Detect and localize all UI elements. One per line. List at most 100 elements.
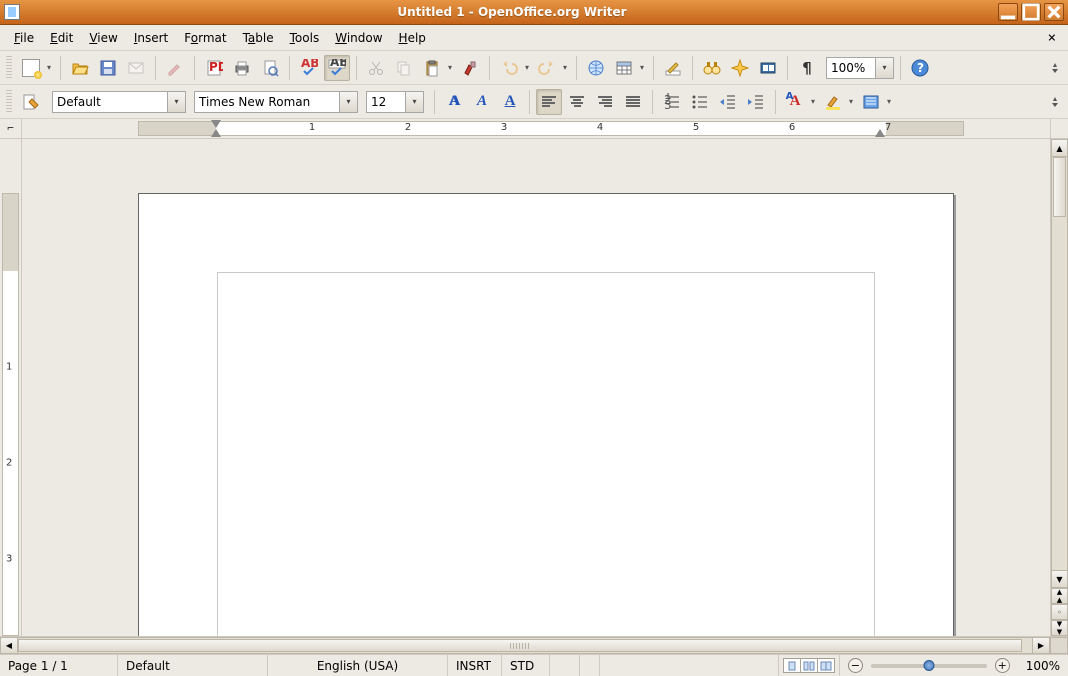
zoom-slider-track[interactable]: [871, 664, 987, 668]
status-insert-mode[interactable]: INSRT: [448, 655, 502, 676]
font-name-dropdown-button[interactable]: ▾: [339, 92, 357, 112]
redo-button[interactable]: [534, 55, 560, 81]
export-pdf-button[interactable]: PDF: [201, 55, 227, 81]
spellcheck-button[interactable]: ABC: [296, 55, 322, 81]
scroll-right-button[interactable]: ▶: [1032, 637, 1050, 654]
vertical-scroll-thumb[interactable]: [1053, 157, 1066, 217]
left-indent-marker[interactable]: [211, 129, 221, 137]
open-button[interactable]: [67, 55, 93, 81]
highlight-color-button[interactable]: [820, 89, 846, 115]
underline-button[interactable]: A: [497, 89, 523, 115]
font-size-combo[interactable]: ▾: [366, 91, 424, 113]
menu-view[interactable]: View: [81, 28, 125, 48]
horizontal-scroll-thumb[interactable]: [18, 639, 1022, 652]
undo-button[interactable]: [496, 55, 522, 81]
decrease-indent-button[interactable]: [715, 89, 741, 115]
book-view-button[interactable]: [817, 658, 835, 673]
format-paintbrush-button[interactable]: [457, 55, 483, 81]
right-indent-marker[interactable]: [875, 129, 885, 137]
styles-formatting-button[interactable]: [18, 89, 44, 115]
cut-button[interactable]: [363, 55, 389, 81]
document-page[interactable]: [138, 193, 954, 636]
paragraph-style-dropdown-button[interactable]: ▾: [167, 92, 185, 112]
single-page-view-button[interactable]: [783, 658, 801, 673]
new-document-dropdown[interactable]: ▾: [44, 55, 54, 81]
font-name-input[interactable]: [199, 92, 339, 112]
font-size-dropdown-button[interactable]: ▾: [405, 92, 423, 112]
align-center-button[interactable]: [564, 89, 590, 115]
menu-insert[interactable]: Insert: [126, 28, 176, 48]
gallery-button[interactable]: [755, 55, 781, 81]
status-modified[interactable]: [550, 655, 580, 676]
find-replace-button[interactable]: [699, 55, 725, 81]
bold-button[interactable]: A: [441, 89, 467, 115]
navigation-button[interactable]: ◦: [1051, 604, 1068, 620]
paragraph-style-input[interactable]: [57, 92, 167, 112]
menu-edit[interactable]: Edit: [42, 28, 81, 48]
toolbar-overflow-button[interactable]: [1048, 55, 1062, 81]
print-button[interactable]: [229, 55, 255, 81]
edit-file-button[interactable]: [162, 55, 188, 81]
font-size-input[interactable]: [371, 92, 405, 112]
vertical-ruler[interactable]: 1 2 3: [0, 139, 22, 636]
zoom-in-button[interactable]: +: [995, 658, 1010, 673]
insert-table-dropdown[interactable]: ▾: [637, 55, 647, 81]
scroll-left-button[interactable]: ◀: [0, 637, 18, 654]
paste-dropdown[interactable]: ▾: [445, 55, 455, 81]
status-language[interactable]: English (USA): [268, 655, 448, 676]
close-document-button[interactable]: ×: [1042, 30, 1062, 46]
horizontal-scroll-track[interactable]: [18, 637, 1032, 654]
next-page-button[interactable]: ▼▼: [1051, 620, 1068, 636]
undo-dropdown[interactable]: ▾: [522, 55, 532, 81]
scroll-up-button[interactable]: ▲: [1051, 139, 1068, 157]
zoom-input[interactable]: [831, 58, 875, 78]
email-document-button[interactable]: [123, 55, 149, 81]
increase-indent-button[interactable]: [743, 89, 769, 115]
redo-dropdown[interactable]: ▾: [560, 55, 570, 81]
toolbar-handle[interactable]: [6, 56, 12, 80]
status-page-style[interactable]: Default: [118, 655, 268, 676]
hyperlink-button[interactable]: [583, 55, 609, 81]
zoom-dropdown-button[interactable]: ▾: [875, 58, 893, 78]
italic-button[interactable]: A: [469, 89, 495, 115]
status-page[interactable]: Page 1 / 1: [0, 655, 118, 676]
horizontal-ruler[interactable]: 1 2 3 4 5 6 7: [22, 119, 1050, 138]
vertical-scrollbar[interactable]: ▲ ▼ ▲▲ ◦ ▼▼: [1050, 139, 1068, 636]
menu-table[interactable]: Table: [235, 28, 282, 48]
window-maximize-button[interactable]: [1021, 3, 1041, 21]
status-selection-mode[interactable]: STD: [502, 655, 550, 676]
copy-button[interactable]: [391, 55, 417, 81]
print-preview-button[interactable]: [257, 55, 283, 81]
zoom-out-button[interactable]: −: [848, 658, 863, 673]
help-button[interactable]: ?: [907, 55, 933, 81]
menu-help[interactable]: Help: [391, 28, 434, 48]
scroll-down-button[interactable]: ▼: [1051, 570, 1068, 588]
new-document-button[interactable]: [18, 55, 44, 81]
align-right-button[interactable]: [592, 89, 618, 115]
font-name-combo[interactable]: ▾: [194, 91, 358, 113]
zoom-combo[interactable]: ▾: [826, 57, 894, 79]
status-signature[interactable]: [580, 655, 600, 676]
zoom-slider-thumb[interactable]: [923, 660, 934, 671]
status-zoom-readout[interactable]: 100%: [1018, 655, 1068, 676]
auto-spellcheck-button[interactable]: ABC: [324, 55, 350, 81]
toolbar-handle[interactable]: [6, 90, 12, 114]
multi-page-view-button[interactable]: [800, 658, 818, 673]
navigator-button[interactable]: [727, 55, 753, 81]
window-close-button[interactable]: [1044, 3, 1064, 21]
paste-button[interactable]: [419, 55, 445, 81]
font-color-dropdown[interactable]: ▾: [808, 89, 818, 115]
window-minimize-button[interactable]: [998, 3, 1018, 21]
font-color-button[interactable]: AA: [782, 89, 808, 115]
horizontal-scrollbar[interactable]: ◀ ▶: [0, 636, 1068, 654]
first-line-indent-marker[interactable]: [211, 120, 221, 128]
align-justify-button[interactable]: [620, 89, 646, 115]
previous-page-button[interactable]: ▲▲: [1051, 588, 1068, 604]
align-left-button[interactable]: [536, 89, 562, 115]
highlight-color-dropdown[interactable]: ▾: [846, 89, 856, 115]
menu-format[interactable]: Format: [176, 28, 234, 48]
save-button[interactable]: [95, 55, 121, 81]
paragraph-style-combo[interactable]: ▾: [52, 91, 186, 113]
menu-file[interactable]: File: [6, 28, 42, 48]
bullet-list-button[interactable]: [687, 89, 713, 115]
